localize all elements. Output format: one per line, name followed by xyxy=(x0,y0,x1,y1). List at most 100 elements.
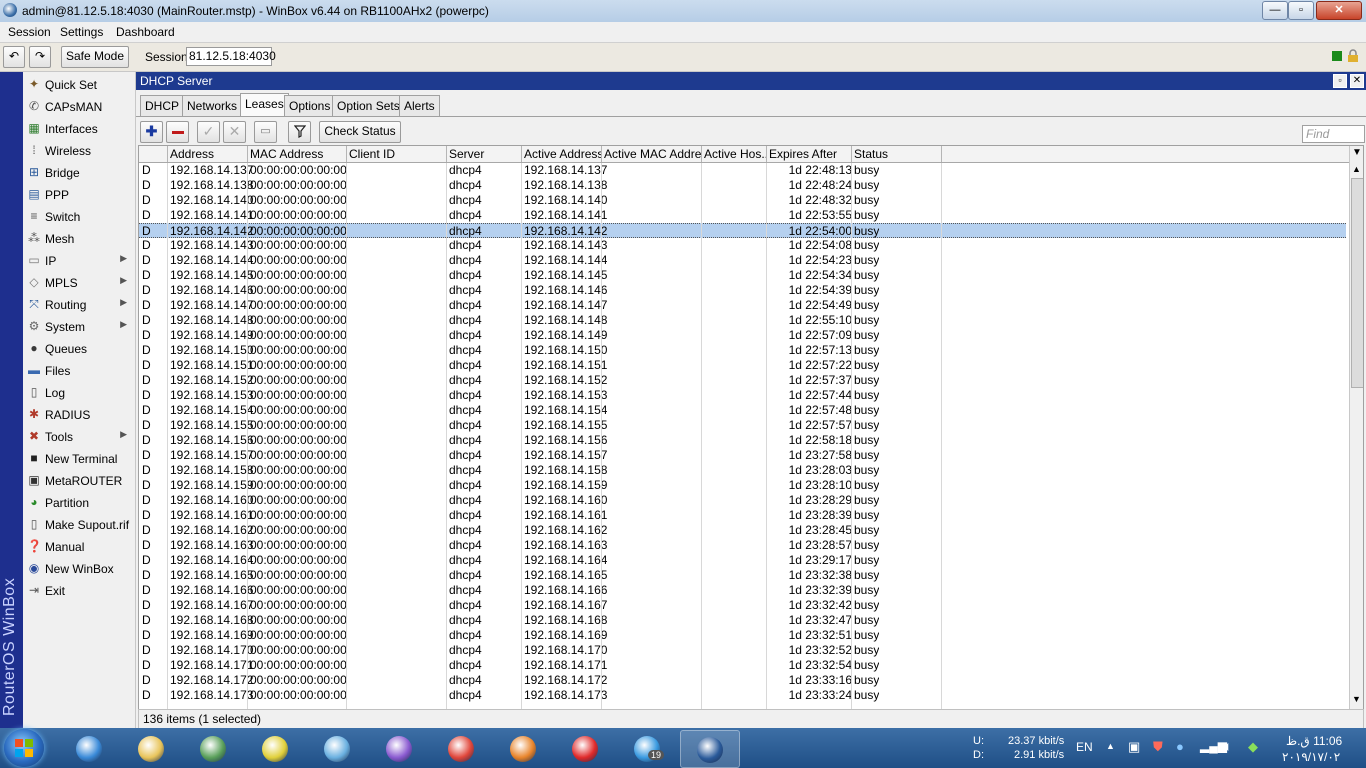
language-indicator[interactable]: EN xyxy=(1076,740,1093,754)
table-row[interactable]: D 192.168.14.155 00:00:00:00:00:00 dhcp4 192… xyxy=(139,418,1346,433)
remove-icon[interactable] xyxy=(166,121,189,143)
sidebar-item-switch[interactable]: ≡ Switch xyxy=(23,205,135,227)
sidebar-item-mpls[interactable]: ◇ MPLS ▶ xyxy=(23,271,135,293)
tray-shield-icon[interactable]: ⛊ xyxy=(1153,739,1163,755)
sidebar-item-bridge[interactable]: ⊞ Bridge xyxy=(23,161,135,183)
start-button[interactable] xyxy=(4,729,44,767)
sidebar-item-exit[interactable]: ⇥ Exit xyxy=(23,579,135,601)
network-icon[interactable]: ▂▄▆ xyxy=(1200,739,1227,753)
table-row[interactable]: D 192.168.14.165 00:00:00:00:00:00 dhcp4 192… xyxy=(139,568,1346,583)
comment-icon[interactable]: ▭ xyxy=(254,121,277,143)
sidebar-item-mesh[interactable]: ⁂ Mesh xyxy=(23,227,135,249)
table-row[interactable]: D 192.168.14.143 00:00:00:00:00:00 dhcp4 192… xyxy=(139,238,1346,253)
sidebar-item-radius[interactable]: ✱ RADIUS xyxy=(23,403,135,425)
check-status-button[interactable]: Check Status xyxy=(319,121,401,143)
table-row[interactable]: D 192.168.14.137 00:00:00:00:00:00 dhcp4 192… xyxy=(139,163,1346,178)
scroll-up-icon[interactable]: ▲ xyxy=(1352,164,1361,174)
taskbar-winbox[interactable] xyxy=(680,730,740,768)
table-row[interactable]: D 192.168.14.141 00:00:00:00:00:00 dhcp4 192… xyxy=(139,208,1346,223)
tray-printer-icon[interactable]: ▣ xyxy=(1128,739,1140,755)
tab-dhcp[interactable]: DHCP xyxy=(140,95,185,116)
tray-update-icon[interactable]: ◆ xyxy=(1248,739,1258,755)
menu-dashboard[interactable]: Dashboard xyxy=(116,25,175,39)
find-input[interactable]: Find xyxy=(1302,125,1365,143)
column-header-address[interactable]: Address xyxy=(168,146,248,162)
sidebar-item-system[interactable]: ⚙ System ▶ xyxy=(23,315,135,337)
table-row[interactable]: D 192.168.14.173 00:00:00:00:00:00 dhcp4 192… xyxy=(139,688,1346,703)
clock-time[interactable]: 11:06 ق.ظ xyxy=(1286,734,1342,748)
table-row[interactable]: D 192.168.14.145 00:00:00:00:00:00 dhcp4 192… xyxy=(139,268,1346,283)
table-row[interactable]: D 192.168.14.172 00:00:00:00:00:00 dhcp4 192… xyxy=(139,673,1346,688)
table-row[interactable]: D 192.168.14.154 00:00:00:00:00:00 dhcp4 192… xyxy=(139,403,1346,418)
column-header-active-mac-addre[interactable]: Active MAC Addre... xyxy=(602,146,702,162)
sidebar-item-files[interactable]: ▬ Files xyxy=(23,359,135,381)
safe-mode-button[interactable]: Safe Mode xyxy=(61,46,129,68)
table-row[interactable]: D 192.168.14.146 00:00:00:00:00:00 dhcp4 192… xyxy=(139,283,1346,298)
taskbar-visual-studio[interactable] xyxy=(370,730,428,766)
table-row[interactable]: D 192.168.14.157 00:00:00:00:00:00 dhcp4 192… xyxy=(139,448,1346,463)
tab-alerts[interactable]: Alerts xyxy=(399,95,440,116)
column-header-mac-address[interactable]: MAC Address xyxy=(248,146,347,162)
table-row[interactable]: D 192.168.14.147 00:00:00:00:00:00 dhcp4 192… xyxy=(139,298,1346,313)
column-header-active-hos[interactable]: Active Hos... xyxy=(702,146,767,162)
clock-date[interactable]: ۲۰۱۹/۱۷/۰۲ xyxy=(1282,750,1340,764)
table-row[interactable]: D 192.168.14.162 00:00:00:00:00:00 dhcp4 192… xyxy=(139,523,1346,538)
table-row[interactable]: D 192.168.14.161 00:00:00:00:00:00 dhcp4 192… xyxy=(139,508,1346,523)
scroll-down-icon[interactable]: ▼ xyxy=(1352,694,1361,704)
sidebar-item-queues[interactable]: ● Queues xyxy=(23,337,135,359)
redo-button[interactable]: ↷ xyxy=(29,46,51,68)
taskbar-anydesk[interactable] xyxy=(556,730,614,766)
taskbar-network-globe[interactable] xyxy=(184,730,242,766)
enable-icon[interactable]: ✓ xyxy=(197,121,220,143)
minimize-button[interactable]: — xyxy=(1262,1,1288,20)
table-vertical-scrollbar[interactable]: ▼ ▲ ▼ xyxy=(1349,146,1363,709)
table-row[interactable]: D 192.168.14.166 00:00:00:00:00:00 dhcp4 192… xyxy=(139,583,1346,598)
column-header-active-address[interactable]: Active Address xyxy=(522,146,602,162)
dhcp-restore-button[interactable]: ▫ xyxy=(1333,74,1347,88)
column-header-server[interactable]: Server xyxy=(447,146,522,162)
session-field[interactable]: 81.12.5.18:4030 xyxy=(186,47,276,66)
sidebar-item-partition[interactable]: ◕ Partition xyxy=(23,491,135,513)
table-row[interactable]: D 192.168.14.170 00:00:00:00:00:00 dhcp4 192… xyxy=(139,643,1346,658)
add-icon[interactable]: ✚ xyxy=(140,121,163,143)
column-menu-icon[interactable]: ▼ xyxy=(1352,147,1362,158)
table-row[interactable]: D 192.168.14.152 00:00:00:00:00:00 dhcp4 192… xyxy=(139,373,1346,388)
sidebar-item-new-winbox[interactable]: ◉ New WinBox xyxy=(23,557,135,579)
sidebar-item-log[interactable]: ▯ Log xyxy=(23,381,135,403)
table-row[interactable]: D 192.168.14.153 00:00:00:00:00:00 dhcp4 192… xyxy=(139,388,1346,403)
disable-icon[interactable]: ✕ xyxy=(223,121,246,143)
table-row[interactable]: D 192.168.14.140 00:00:00:00:00:00 dhcp4 192… xyxy=(139,193,1346,208)
window-titlebar[interactable]: admin@81.12.5.18:4030 (MainRouter.mstp) … xyxy=(0,0,1366,23)
undo-button[interactable]: ↶ xyxy=(3,46,25,68)
table-row[interactable]: D 192.168.14.151 00:00:00:00:00:00 dhcp4 192… xyxy=(139,358,1346,373)
column-header-client-id[interactable]: Client ID xyxy=(347,146,447,162)
table-row[interactable]: D 192.168.14.171 00:00:00:00:00:00 dhcp4 192… xyxy=(139,658,1346,673)
taskbar-hs-app[interactable] xyxy=(246,730,304,766)
sidebar-item-capsman[interactable]: ✆ CAPsMAN xyxy=(23,95,135,117)
table-row[interactable]: D 192.168.14.160 00:00:00:00:00:00 dhcp4 192… xyxy=(139,493,1346,508)
sidebar-item-new-terminal[interactable]: ■ New Terminal xyxy=(23,447,135,469)
tab-options[interactable]: Options xyxy=(284,95,336,116)
sidebar-item-ppp[interactable]: ▤ PPP xyxy=(23,183,135,205)
column-header-flag[interactable] xyxy=(139,146,168,162)
tab-option-sets[interactable]: Option Sets xyxy=(332,95,405,116)
sidebar-item-interfaces[interactable]: ▦ Interfaces xyxy=(23,117,135,139)
table-row[interactable]: D 192.168.14.159 00:00:00:00:00:00 dhcp4 192… xyxy=(139,478,1346,493)
table-row[interactable]: D 192.168.14.164 00:00:00:00:00:00 dhcp4 192… xyxy=(139,553,1346,568)
maximize-button[interactable]: ▫ xyxy=(1288,1,1314,20)
close-button[interactable]: ✕ xyxy=(1316,1,1362,20)
table-row[interactable]: D 192.168.14.149 00:00:00:00:00:00 dhcp4 192… xyxy=(139,328,1346,343)
table-row[interactable]: D 192.168.14.163 00:00:00:00:00:00 dhcp4 192… xyxy=(139,538,1346,553)
volume-icon[interactable]: 🔈︎ xyxy=(1224,738,1232,755)
table-row[interactable]: D 192.168.14.144 00:00:00:00:00:00 dhcp4 192… xyxy=(139,253,1346,268)
taskbar-firefox[interactable] xyxy=(494,730,552,766)
tray-telegram-icon[interactable]: ● xyxy=(1176,739,1184,754)
table-row[interactable]: D 192.168.14.167 00:00:00:00:00:00 dhcp4 192… xyxy=(139,598,1346,613)
sidebar-item-ip[interactable]: ▭ IP ▶ xyxy=(23,249,135,271)
dhcp-window-titlebar[interactable]: DHCP Server ▫ ✕ xyxy=(136,72,1366,90)
tab-networks[interactable]: Networks xyxy=(182,95,243,116)
filter-icon[interactable] xyxy=(288,121,311,143)
sidebar-item-metarouter[interactable]: ▣ MetaROUTER xyxy=(23,469,135,491)
sidebar-item-routing[interactable]: ⤧ Routing ▶ xyxy=(23,293,135,315)
table-row[interactable]: D 192.168.14.169 00:00:00:00:00:00 dhcp4 192… xyxy=(139,628,1346,643)
